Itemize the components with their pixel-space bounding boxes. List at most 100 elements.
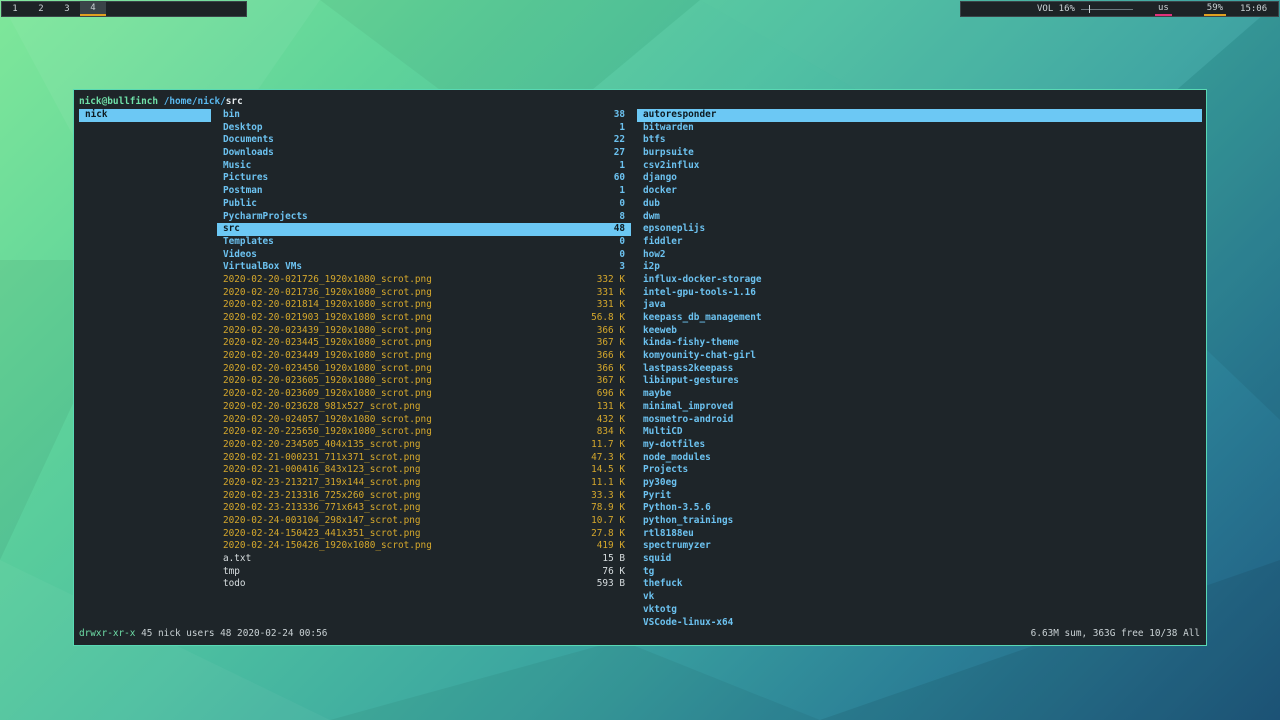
file-row[interactable]: 2020-02-20-021726_1920x1080_scrot.png 332… [217, 274, 631, 287]
file-row[interactable]: 2020-02-24-150426_1920x1080_scrot.png 419… [217, 540, 631, 553]
file-row[interactable]: todo 593 B [217, 578, 631, 591]
dir-row[interactable]: Music 1 [217, 160, 631, 173]
entry-name: Public [223, 197, 257, 209]
preview-dir-row[interactable]: fiddler [637, 236, 1202, 249]
preview-dir-row[interactable]: docker [637, 185, 1202, 198]
dir-row[interactable]: Desktop 1 [217, 122, 631, 135]
preview-dir-row[interactable]: komyounity-chat-girl [637, 350, 1202, 363]
file-row[interactable]: 2020-02-20-225650_1920x1080_scrot.png 834… [217, 426, 631, 439]
preview-dir-name: tg [643, 565, 655, 577]
parent-dir-row[interactable]: nick [79, 109, 211, 122]
preview-dir-name: bitwarden [643, 121, 694, 133]
preview-dir-name: Python-3.5.6 [643, 502, 711, 514]
file-row[interactable]: 2020-02-24-003104_298x147_scrot.png 10.7 … [217, 515, 631, 528]
preview-dir-row[interactable]: dub [637, 198, 1202, 211]
file-row[interactable]: 2020-02-24-150423_441x351_scrot.png 27.8 … [217, 528, 631, 541]
preview-dir-row[interactable]: rtl8188eu [637, 528, 1202, 541]
file-row[interactable]: 2020-02-23-213316_725x260_scrot.png 33.3 … [217, 490, 631, 503]
preview-dir-row[interactable]: minimal_improved [637, 401, 1202, 414]
preview-dir-name: py30eg [643, 476, 677, 488]
dir-row[interactable]: Templates 0 [217, 236, 631, 249]
file-row[interactable]: 2020-02-20-021903_1920x1080_scrot.png 56.… [217, 312, 631, 325]
dir-row[interactable]: Pictures 60 [217, 172, 631, 185]
preview-dir-row[interactable]: autoresponder [637, 109, 1202, 122]
volume-slider[interactable] [1080, 2, 1133, 16]
preview-dir-row[interactable]: i2p [637, 261, 1202, 274]
dir-row[interactable]: Downloads 27 [217, 147, 631, 160]
preview-dir-row[interactable]: maybe [637, 388, 1202, 401]
preview-dir-name: lastpass2keepass [643, 362, 734, 374]
preview-dir-row[interactable]: Python-3.5.6 [637, 502, 1202, 515]
preview-dir-row[interactable]: thefuck [637, 578, 1202, 591]
workspace-1[interactable]: 1 [2, 2, 28, 16]
file-row[interactable]: 2020-02-20-024057_1920x1080_scrot.png 432… [217, 414, 631, 427]
preview-dir-row[interactable]: dwm [637, 211, 1202, 224]
dir-row[interactable]: bin 38 [217, 109, 631, 122]
entry-size: 367 K [596, 375, 625, 387]
preview-dir-row[interactable]: mosmetro-android [637, 414, 1202, 427]
file-row[interactable]: 2020-02-20-021814_1920x1080_scrot.png 331… [217, 299, 631, 312]
preview-dir-row[interactable]: intel-gpu-tools-1.16 [637, 287, 1202, 300]
preview-dir-row[interactable]: burpsuite [637, 147, 1202, 160]
preview-dir-row[interactable]: Projects [637, 464, 1202, 477]
preview-dir-row[interactable]: java [637, 299, 1202, 312]
preview-dir-row[interactable]: python_trainings [637, 515, 1202, 528]
dir-row[interactable]: Public 0 [217, 198, 631, 211]
preview-dir-row[interactable]: epsoneplijs [637, 223, 1202, 236]
ranger-terminal[interactable]: nick@bullfinch /home/nick/src nick bin 38… [73, 89, 1207, 646]
preview-dir-row[interactable]: kinda-fishy-theme [637, 337, 1202, 350]
workspace-4[interactable]: 4 [80, 2, 106, 16]
file-row[interactable]: 2020-02-23-213336_771x643_scrot.png 78.9 … [217, 502, 631, 515]
file-row[interactable]: 2020-02-20-023628_981x527_scrot.png 131 K [217, 401, 631, 414]
preview-dir-row[interactable]: btfs [637, 134, 1202, 147]
preview-dir-row[interactable]: MultiCD [637, 426, 1202, 439]
dir-row[interactable]: Documents 22 [217, 134, 631, 147]
preview-dir-name: fiddler [643, 235, 683, 247]
preview-dir-row[interactable]: influx-docker-storage [637, 274, 1202, 287]
dir-row[interactable]: VirtualBox VMs 3 [217, 261, 631, 274]
preview-dir-row[interactable]: libinput-gestures [637, 375, 1202, 388]
file-row[interactable]: 2020-02-20-023605_1920x1080_scrot.png 367… [217, 375, 631, 388]
file-row[interactable]: tmp 76 K [217, 566, 631, 579]
file-row[interactable]: 2020-02-23-213217_319x144_scrot.png 11.1 … [217, 477, 631, 490]
preview-dir-row[interactable]: Pyrit [637, 490, 1202, 503]
preview-dir-row[interactable]: keeweb [637, 325, 1202, 338]
file-row[interactable]: 2020-02-20-023450_1920x1080_scrot.png 366… [217, 363, 631, 376]
entry-name: Pictures [223, 172, 269, 184]
file-row[interactable]: 2020-02-20-023449_1920x1080_scrot.png 366… [217, 350, 631, 363]
workspace-3[interactable]: 3 [54, 2, 80, 16]
file-row[interactable]: 2020-02-20-023609_1920x1080_scrot.png 696… [217, 388, 631, 401]
preview-dir-row[interactable]: django [637, 172, 1202, 185]
file-row[interactable]: 2020-02-21-000416_843x123_scrot.png 14.5 … [217, 464, 631, 477]
preview-dir-row[interactable]: tg [637, 566, 1202, 579]
dir-row[interactable]: PycharmProjects 8 [217, 211, 631, 224]
preview-dir-row[interactable]: squid [637, 553, 1202, 566]
keyboard-layout[interactable]: us [1154, 2, 1172, 16]
preview-dir-row[interactable]: csv2influx [637, 160, 1202, 173]
file-row[interactable]: 2020-02-20-023439_1920x1080_scrot.png 366… [217, 325, 631, 338]
entry-size: 60 [613, 172, 625, 184]
file-row[interactable]: 2020-02-20-234505_404x135_scrot.png 11.7 … [217, 439, 631, 452]
entry-size: 1 [619, 159, 625, 171]
dir-row[interactable]: Videos 0 [217, 249, 631, 262]
preview-dir-row[interactable]: lastpass2keepass [637, 363, 1202, 376]
file-row[interactable]: 2020-02-21-000231_711x371_scrot.png 47.3 … [217, 452, 631, 465]
preview-dir-row[interactable]: py30eg [637, 477, 1202, 490]
workspace-2[interactable]: 2 [28, 2, 54, 16]
preview-dir-row[interactable]: bitwarden [637, 122, 1202, 135]
dir-row[interactable]: src 48 [217, 223, 631, 236]
file-row[interactable]: a.txt 15 B [217, 553, 631, 566]
preview-dir-row[interactable]: node_modules [637, 452, 1202, 465]
preview-dir-row[interactable]: vk [637, 591, 1202, 604]
dir-row[interactable]: Postman 1 [217, 185, 631, 198]
preview-dir-row[interactable]: how2 [637, 249, 1202, 262]
preview-dir-row[interactable]: vktotg [637, 604, 1202, 617]
preview-dir-row[interactable]: my-dotfiles [637, 439, 1202, 452]
file-row[interactable]: 2020-02-20-021736_1920x1080_scrot.png 331… [217, 287, 631, 300]
preview-dir-row[interactable]: spectrumyzer [637, 540, 1202, 553]
preview-dir-name: keeweb [643, 324, 677, 336]
volume-knob[interactable] [1089, 5, 1091, 13]
file-row[interactable]: 2020-02-20-023445_1920x1080_scrot.png 367… [217, 337, 631, 350]
preview-dir-row[interactable]: keepass_db_management [637, 312, 1202, 325]
entry-size: 11.7 K [591, 438, 625, 450]
